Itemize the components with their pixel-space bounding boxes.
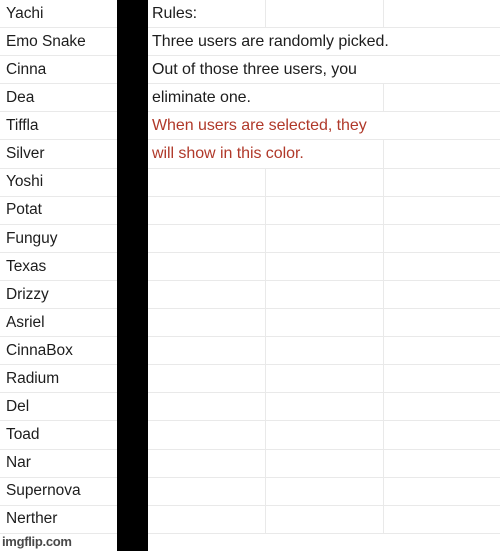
- user-name-label: Emo Snake: [6, 32, 86, 50]
- column-gridline: [265, 224, 267, 252]
- user-row[interactable]: Asriel: [0, 309, 117, 338]
- rules-row[interactable]: Three users are randomly picked.: [148, 28, 500, 57]
- user-name-label: Dea: [6, 89, 35, 107]
- user-name-label: Cinna: [6, 60, 47, 78]
- user-row[interactable]: Dea: [0, 84, 117, 113]
- rules-row[interactable]: When users are selected, they: [148, 112, 500, 141]
- user-name-label: Yachi: [6, 4, 44, 22]
- user-row[interactable]: Cinna: [0, 56, 117, 85]
- rules-row[interactable]: Rules:: [148, 0, 500, 29]
- user-name-label: Silver: [6, 145, 45, 163]
- column-gridline: [265, 505, 267, 533]
- user-name-label: Asriel: [6, 313, 45, 331]
- empty-sheet-row[interactable]: [148, 224, 500, 253]
- rules-text: eliminate one.: [152, 88, 251, 106]
- column-gridline: [383, 0, 385, 28]
- user-row[interactable]: Emo Snake: [0, 28, 117, 57]
- rules-text: will show in this color.: [152, 145, 304, 163]
- column-gridline: [265, 0, 267, 28]
- column-gridline: [265, 280, 267, 309]
- user-row[interactable]: Yachi: [0, 0, 117, 29]
- user-name-label: Drizzy: [6, 285, 49, 303]
- column-gridline: [383, 84, 385, 112]
- user-name-label: Del: [6, 398, 30, 416]
- column-gridline: [383, 252, 385, 280]
- column-gridline: [265, 196, 267, 224]
- user-row[interactable]: CinnaBox: [0, 337, 117, 366]
- column-gridline: [265, 365, 267, 393]
- user-name-label: Funguy: [6, 229, 58, 247]
- column-gridline: [265, 449, 267, 477]
- user-row[interactable]: Toad: [0, 421, 117, 450]
- column-gridline: [383, 393, 385, 421]
- rules-text: Out of those three users, you: [152, 60, 357, 78]
- rules-row[interactable]: eliminate one.: [148, 84, 500, 113]
- user-row[interactable]: Yoshi: [0, 168, 117, 197]
- rules-text: Three users are randomly picked.: [152, 32, 389, 50]
- user-row[interactable]: Del: [0, 393, 117, 422]
- user-name-label: Supernova: [6, 482, 81, 500]
- empty-sheet-row[interactable]: [148, 309, 500, 338]
- user-row[interactable]: Supernova: [0, 477, 117, 506]
- column-gridline: [383, 337, 385, 365]
- column-gridline: [383, 421, 385, 449]
- user-row[interactable]: Radium: [0, 365, 117, 394]
- column-gridline: [265, 252, 267, 280]
- user-name-label: Potat: [6, 201, 42, 219]
- empty-sheet-row[interactable]: [148, 365, 500, 394]
- imgflip-watermark: imgflip.com: [2, 534, 72, 549]
- user-row[interactable]: Nar: [0, 449, 117, 478]
- user-row[interactable]: Tiffla: [0, 112, 117, 141]
- user-name-label: Tiffla: [6, 117, 39, 135]
- column-gridline: [383, 477, 385, 505]
- user-row[interactable]: Silver: [0, 140, 117, 169]
- empty-sheet-row[interactable]: [148, 477, 500, 506]
- empty-sheet-row[interactable]: [148, 280, 500, 310]
- rules-row[interactable]: will show in this color.: [148, 140, 500, 169]
- user-name-label: Yoshi: [6, 173, 44, 191]
- column-gridline: [383, 365, 385, 393]
- column-gridline: [265, 393, 267, 421]
- users-list-column[interactable]: Yachi Emo Snake Cinna Dea Tiffla Silver Yoshi P…: [0, 0, 117, 551]
- rules-text: When users are selected, they: [152, 116, 367, 134]
- black-separator-bar: [117, 0, 148, 551]
- user-name-label: CinnaBox: [6, 341, 73, 359]
- empty-sheet-row[interactable]: [148, 196, 500, 225]
- empty-sheet-row[interactable]: [148, 449, 500, 478]
- column-gridline: [265, 168, 267, 196]
- column-gridline: [383, 309, 385, 337]
- column-gridline: [383, 449, 385, 477]
- user-row[interactable]: Funguy: [0, 224, 117, 253]
- empty-sheet-row[interactable]: [148, 393, 500, 422]
- column-gridline: [265, 309, 267, 337]
- user-row[interactable]: Nerther: [0, 505, 117, 534]
- user-name-label: Radium: [6, 370, 60, 388]
- column-gridline: [265, 477, 267, 505]
- column-gridline: [383, 196, 385, 224]
- empty-sheet-row[interactable]: [148, 505, 500, 534]
- column-gridline: [383, 224, 385, 252]
- empty-sheet-row[interactable]: [148, 337, 500, 366]
- rules-text: Rules:: [152, 4, 198, 22]
- spreadsheet-screenshot: Yachi Emo Snake Cinna Dea Tiffla Silver Yoshi P…: [0, 0, 500, 551]
- user-row[interactable]: Potat: [0, 196, 117, 225]
- user-name-label: Toad: [6, 426, 40, 444]
- column-gridline: [383, 140, 385, 168]
- column-gridline: [265, 421, 267, 449]
- user-row[interactable]: Drizzy: [0, 280, 117, 310]
- column-gridline: [383, 505, 385, 533]
- empty-sheet-row[interactable]: [148, 252, 500, 281]
- user-row[interactable]: Texas: [0, 252, 117, 281]
- column-gridline: [383, 280, 385, 309]
- rules-row[interactable]: Out of those three users, you: [148, 56, 500, 85]
- rules-sheet[interactable]: Rules: Three users are randomly picked. Ou…: [148, 0, 500, 551]
- column-gridline: [383, 168, 385, 196]
- user-name-label: Nar: [6, 454, 31, 472]
- user-name-label: Nerther: [6, 510, 58, 528]
- empty-sheet-row[interactable]: [148, 168, 500, 197]
- user-name-label: Texas: [6, 257, 47, 275]
- column-gridline: [265, 337, 267, 365]
- empty-sheet-row[interactable]: [148, 421, 500, 450]
